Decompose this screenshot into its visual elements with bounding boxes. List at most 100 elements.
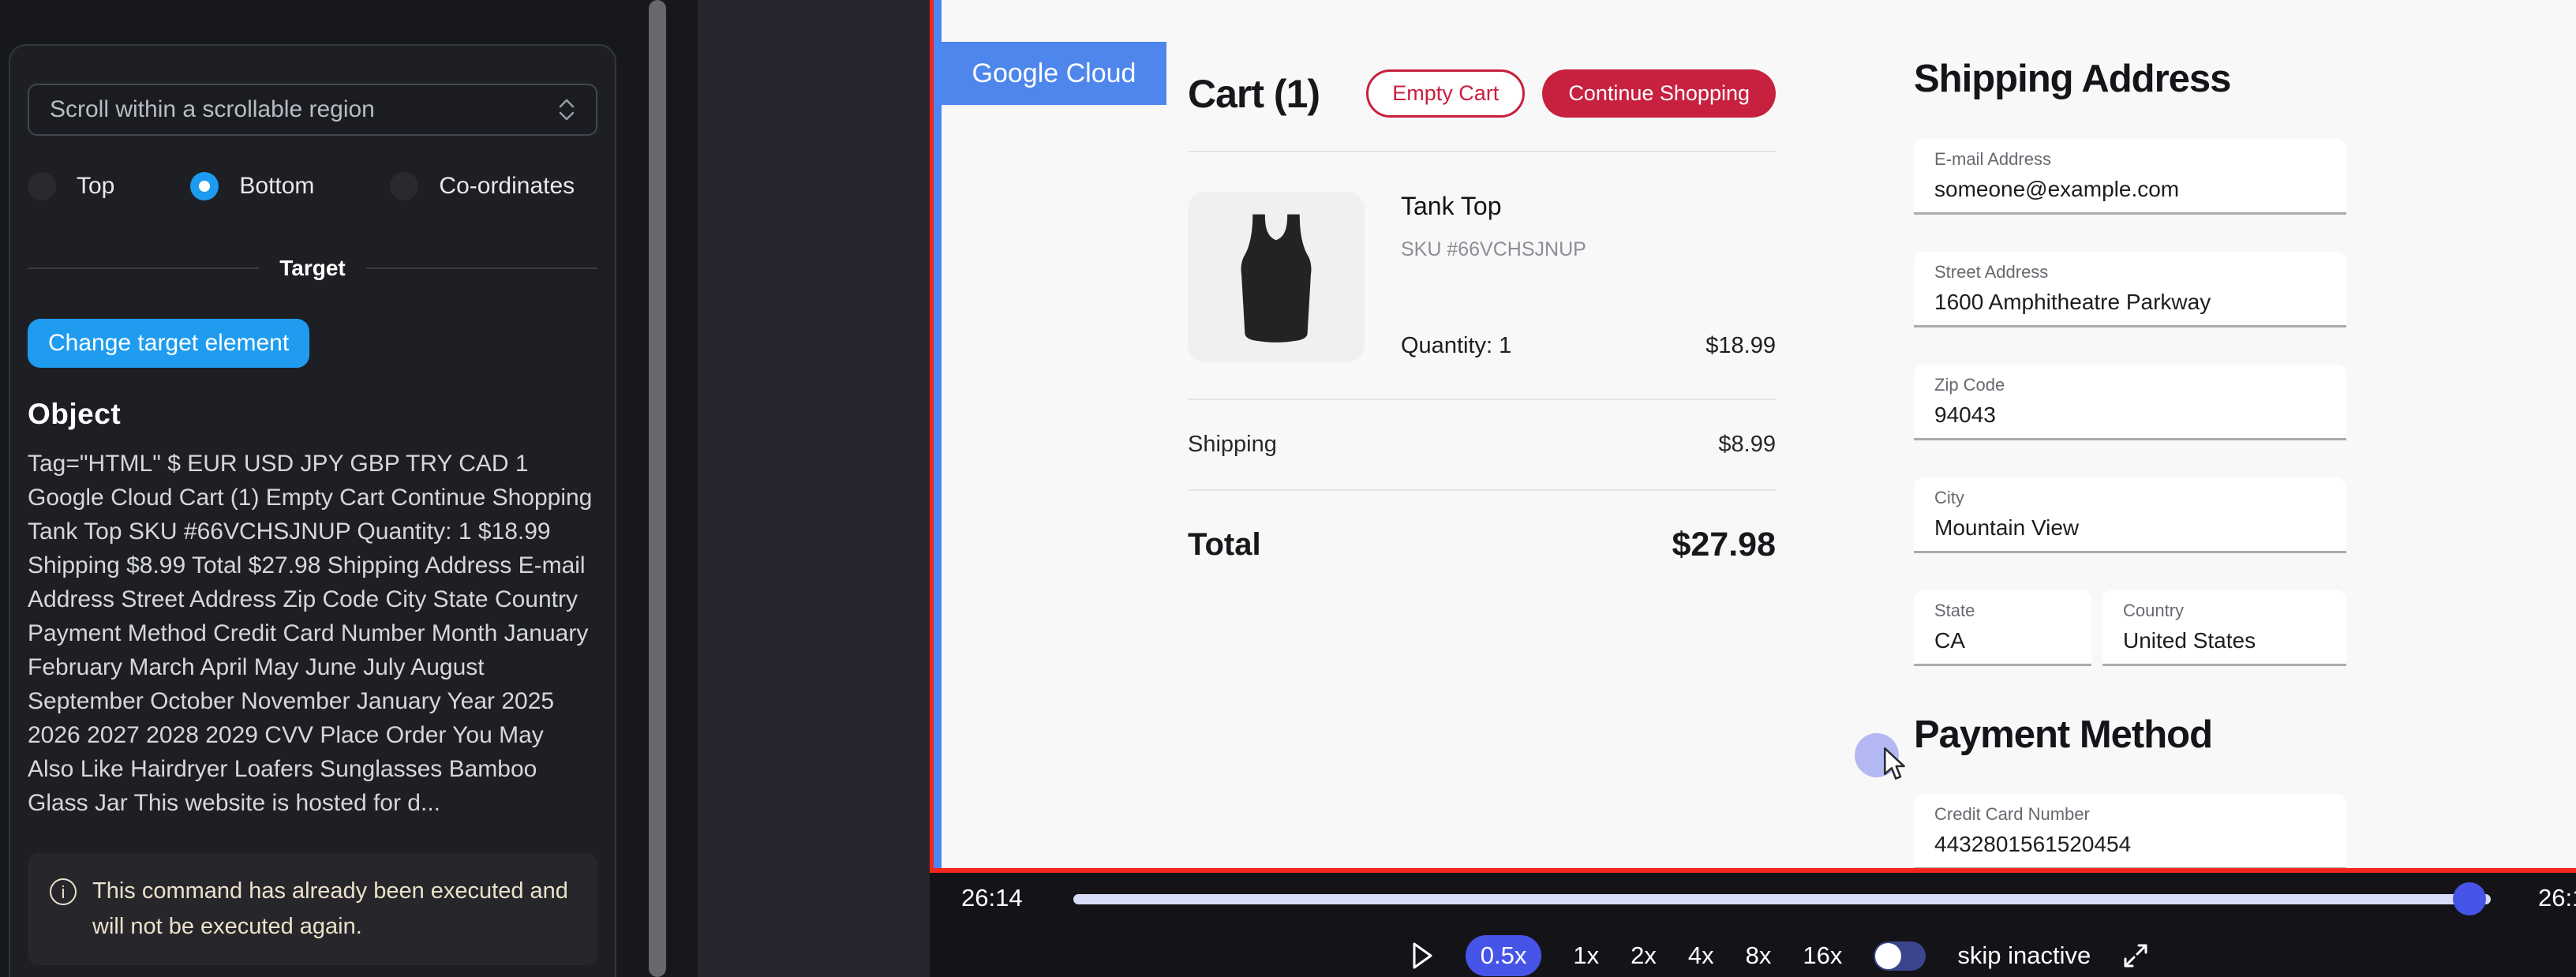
end-time: 26:1 bbox=[2538, 884, 2576, 912]
divider bbox=[1188, 399, 1776, 400]
product-image bbox=[1188, 192, 1365, 362]
object-heading: Object bbox=[28, 398, 597, 431]
divider-line bbox=[28, 268, 259, 269]
fullscreen-button[interactable] bbox=[2122, 942, 2149, 969]
skip-inactive-label: skip inactive bbox=[1957, 941, 2091, 970]
command-settings-card: Scroll within a scrollable region Top Bo… bbox=[9, 44, 616, 977]
state-value: CA bbox=[1934, 628, 2071, 653]
cart-item-row: Tank Top SKU #66VCHSJNUP Quantity: 1 $18… bbox=[1188, 192, 1776, 362]
speed-8x-button[interactable]: 8x bbox=[1746, 941, 1772, 970]
speed-0-5x-button[interactable]: 0.5x bbox=[1466, 935, 1542, 976]
timeline-track[interactable] bbox=[1073, 894, 2491, 904]
cart-buttons: Empty Cart Continue Shopping bbox=[1366, 69, 1776, 118]
total-row: Total $27.98 bbox=[1188, 526, 1776, 564]
street-address-label: Street Address bbox=[1934, 262, 2326, 283]
shipping-cost-value: $8.99 bbox=[1718, 432, 1776, 458]
scroll-position-radios: Top Bottom Co-ordinates bbox=[28, 172, 597, 200]
toggle-knob bbox=[1875, 943, 1901, 969]
empty-cart-button[interactable]: Empty Cart bbox=[1366, 69, 1525, 118]
action-select-value: Scroll within a scrollable region bbox=[50, 96, 375, 123]
radio-top[interactable]: Top bbox=[28, 172, 114, 200]
product-details: Tank Top SKU #66VCHSJNUP Quantity: 1 $18… bbox=[1401, 192, 1776, 362]
sidebar: Scroll within a scrollable region Top Bo… bbox=[0, 0, 698, 977]
current-time: 26:14 bbox=[961, 884, 1023, 912]
speed-16x-button[interactable]: 16x bbox=[1803, 941, 1842, 970]
shipping-cost-row: Shipping $8.99 bbox=[1188, 432, 1776, 458]
cart-section: Cart (1) Empty Cart Continue Shopping Ta… bbox=[1188, 69, 1776, 564]
brand-badge: Google Cloud bbox=[942, 42, 1166, 105]
city-field[interactable]: City Mountain View bbox=[1914, 477, 2346, 553]
play-button[interactable] bbox=[1410, 941, 1434, 970]
radio-coordinates-label: Co-ordinates bbox=[439, 173, 575, 200]
radio-top-label: Top bbox=[77, 173, 114, 200]
captured-page: Google Cloud Cart (1) Empty Cart Continu… bbox=[942, 0, 2576, 868]
credit-card-number-field[interactable]: Credit Card Number 4432801561520454 bbox=[1914, 794, 2346, 868]
city-label: City bbox=[1934, 488, 2326, 508]
email-field[interactable]: E-mail Address someone@example.com bbox=[1914, 139, 2346, 215]
timeline-thumb[interactable] bbox=[2453, 882, 2486, 915]
total-value: $27.98 bbox=[1672, 526, 1776, 564]
credit-card-number-label: Credit Card Number bbox=[1934, 804, 2326, 825]
shipping-address-heading: Shipping Address bbox=[1914, 57, 2346, 101]
expand-icon bbox=[2122, 942, 2149, 969]
state-label: State bbox=[1934, 601, 2071, 621]
state-country-row: State CA Country United States bbox=[1914, 590, 2346, 666]
target-section-label: Target bbox=[279, 256, 346, 281]
payment-method-heading: Payment Method bbox=[1914, 713, 2346, 757]
action-select[interactable]: Scroll within a scrollable region bbox=[28, 84, 597, 136]
cart-title: Cart (1) bbox=[1188, 71, 1320, 117]
cart-header: Cart (1) Empty Cart Continue Shopping bbox=[1188, 69, 1776, 118]
speed-2x-button[interactable]: 2x bbox=[1631, 941, 1657, 970]
info-icon: i bbox=[50, 878, 77, 905]
shipping-address-fields: E-mail Address someone@example.com Stree… bbox=[1914, 139, 2346, 666]
checkout-section: Shipping Address E-mail Address someone@… bbox=[1914, 57, 2346, 868]
radio-bottom-label: Bottom bbox=[239, 173, 314, 200]
country-value: United States bbox=[2123, 628, 2326, 653]
object-text: Tag="HTML" $ EUR USD JPY GBP TRY CAD 1 G… bbox=[28, 447, 593, 820]
street-address-field[interactable]: Street Address 1600 Amphitheatre Parkway bbox=[1914, 252, 2346, 328]
shipping-cost-label: Shipping bbox=[1188, 432, 1277, 458]
radio-bottom[interactable]: Bottom bbox=[190, 172, 314, 200]
divider bbox=[1188, 151, 1776, 152]
player-controls: 0.5x 1x 2x 4x 8x 16x skip inactive bbox=[957, 934, 2576, 977]
radio-bottom-circle-icon bbox=[190, 172, 219, 200]
continue-shopping-button[interactable]: Continue Shopping bbox=[1542, 69, 1776, 118]
product-sku: SKU #66VCHSJNUP bbox=[1401, 238, 1776, 261]
email-field-label: E-mail Address bbox=[1934, 149, 2326, 170]
replay-player-bar: 26:14 26:1 0.5x 1x 2x 4x 8x 16x skip ina… bbox=[930, 873, 2576, 977]
product-quantity: Quantity: 1 bbox=[1401, 333, 1511, 359]
state-field[interactable]: State CA bbox=[1914, 590, 2091, 666]
highlight-border-blue-left bbox=[934, 0, 942, 868]
product-price: $18.99 bbox=[1705, 333, 1776, 359]
info-message-text: This command has already been executed a… bbox=[92, 874, 575, 945]
skip-inactive-toggle[interactable] bbox=[1874, 941, 1926, 971]
radio-coordinates-circle-icon bbox=[390, 172, 418, 200]
product-qty-price-row: Quantity: 1 $18.99 bbox=[1401, 333, 1776, 362]
tank-top-image bbox=[1217, 210, 1335, 344]
radio-top-circle-icon bbox=[28, 172, 56, 200]
info-message-box: i This command has already been executed… bbox=[28, 853, 597, 965]
divider-line bbox=[366, 268, 597, 269]
app: Scroll within a scrollable region Top Bo… bbox=[0, 0, 2576, 977]
play-icon bbox=[1410, 941, 1434, 970]
city-value: Mountain View bbox=[1934, 515, 2326, 541]
zip-code-value: 94043 bbox=[1934, 402, 2326, 428]
street-address-value: 1600 Amphitheatre Parkway bbox=[1934, 290, 2326, 315]
product-name: Tank Top bbox=[1401, 192, 1776, 221]
email-field-value: someone@example.com bbox=[1934, 177, 2326, 202]
speed-1x-button[interactable]: 1x bbox=[1573, 941, 1599, 970]
radio-coordinates[interactable]: Co-ordinates bbox=[390, 172, 575, 200]
country-field[interactable]: Country United States bbox=[2102, 590, 2346, 666]
divider bbox=[1188, 489, 1776, 491]
change-target-button[interactable]: Change target element bbox=[28, 319, 309, 368]
country-label: Country bbox=[2123, 601, 2326, 621]
zip-code-label: Zip Code bbox=[1934, 375, 2326, 395]
target-section-divider: Target bbox=[28, 256, 597, 281]
sidebar-scrollbar[interactable] bbox=[649, 0, 666, 977]
credit-card-number-value: 4432801561520454 bbox=[1934, 832, 2326, 857]
zip-code-field[interactable]: Zip Code 94043 bbox=[1914, 365, 2346, 440]
mouse-cursor-icon bbox=[1879, 747, 1911, 785]
speed-4x-button[interactable]: 4x bbox=[1688, 941, 1714, 970]
total-label: Total bbox=[1188, 527, 1261, 563]
select-stepper-icon bbox=[558, 99, 575, 121]
